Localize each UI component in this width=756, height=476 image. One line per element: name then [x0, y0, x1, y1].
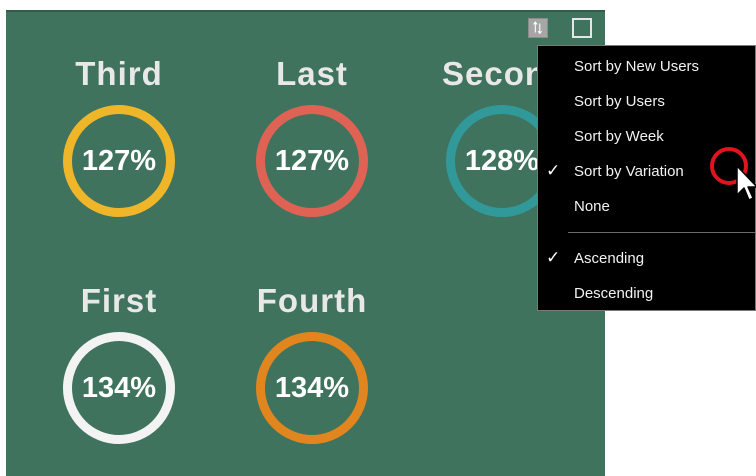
kpi-value: 127% [81, 145, 157, 177]
kpi-card-third: Third 127% [59, 55, 259, 245]
focus-mode-button[interactable] [572, 18, 592, 38]
menu-item-label: Sort by Users [574, 93, 665, 110]
menu-item-sort-new-users[interactable]: Sort by New Users [538, 52, 755, 84]
kpi-visual: Third 127% Last 127% Second 128% First 1… [6, 10, 605, 476]
sort-arrows-icon [533, 21, 543, 35]
kpi-title: Fourth [256, 282, 368, 319]
checkmark-icon: ✓ [546, 161, 561, 180]
kpi-card-fourth: Fourth 134% [252, 282, 452, 472]
menu-item-label: Sort by Week [574, 128, 664, 145]
kpi-value: 134% [81, 372, 157, 404]
kpi-value: 127% [274, 145, 350, 177]
checkmark-icon: ✓ [546, 248, 561, 267]
mouse-cursor-icon [736, 165, 756, 201]
kpi-title: First [80, 282, 158, 319]
menu-item-sort-users[interactable]: Sort by Users [538, 87, 755, 119]
kpi-title: Third [75, 55, 163, 92]
menu-item-label: Sort by Variation [574, 163, 684, 180]
kpi-card-last: Last 127% [252, 55, 452, 245]
kpi-value: 134% [274, 372, 350, 404]
menu-item-label: Descending [574, 285, 654, 302]
visual-top-border [6, 10, 605, 12]
kpi-card-first: First 134% [59, 282, 259, 472]
kpi-title: Last [276, 55, 348, 92]
menu-item-label: Ascending [574, 250, 645, 267]
menu-item-ascending[interactable]: ✓ Ascending [538, 244, 755, 276]
menu-item-label: Sort by New Users [574, 58, 700, 75]
menu-item-descending[interactable]: Descending [538, 279, 755, 311]
sort-button[interactable] [528, 18, 548, 38]
menu-item-none[interactable]: None [538, 192, 755, 224]
menu-item-label: None [574, 198, 610, 215]
menu-divider [568, 232, 755, 233]
